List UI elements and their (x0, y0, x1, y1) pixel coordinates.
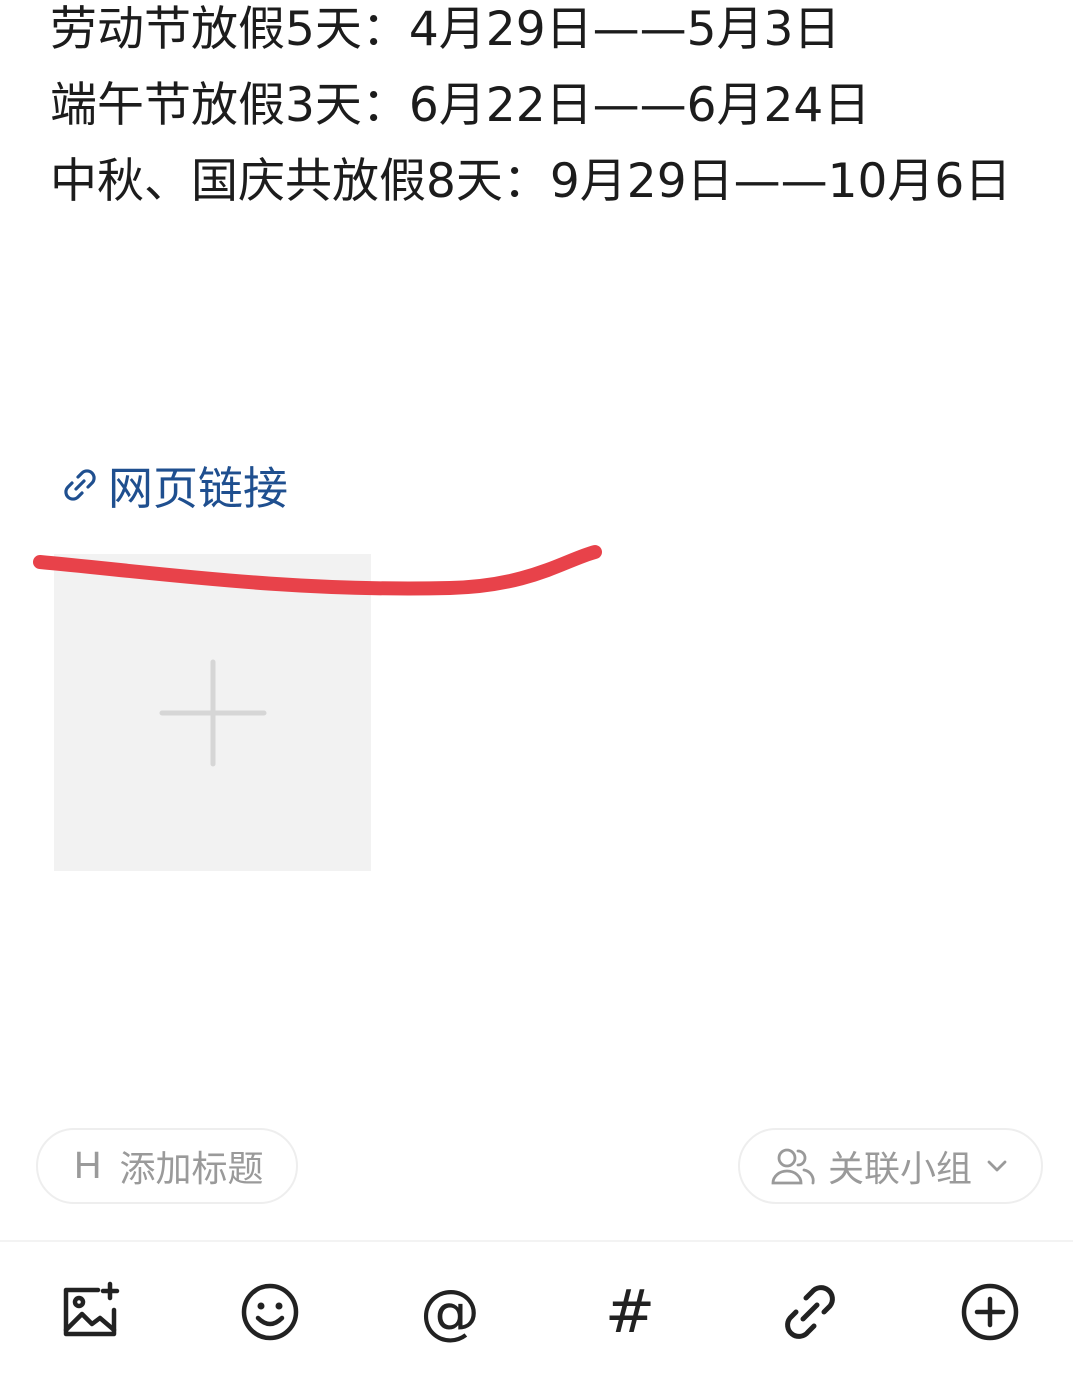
post-body-text[interactable]: 劳动节放假5天：4月29日——5月3日 端午节放假3天：6月22日——6月24日… (50, 0, 1040, 220)
link-group-label: 关联小组 (828, 1149, 973, 1190)
more-plus-icon (961, 1283, 1019, 1341)
hashtag-button[interactable]: # (598, 1280, 662, 1344)
add-title-label: 添加标题 (119, 1149, 264, 1190)
text-line: 中秋、国庆共放假8天：9月29日——10月6日 (50, 154, 1012, 209)
add-image-icon (63, 1281, 120, 1337)
bottom-toolbar: @ # (0, 1242, 1073, 1376)
link-icon (64, 468, 96, 501)
mention-button[interactable]: @ (418, 1280, 482, 1344)
more-button[interactable] (958, 1280, 1022, 1344)
web-link-label: 网页链接 (108, 462, 289, 515)
hashtag-icon: # (604, 1277, 656, 1347)
link-icon (785, 1285, 835, 1339)
text-line: 端午节放假3天：6月22日——6月24日 (50, 78, 871, 133)
post-editor: 劳动节放假5天：4月29日——5月3日 端午节放假3天：6月22日——6月24日… (0, 0, 1073, 1376)
web-link[interactable]: 网页链接 (58, 452, 288, 517)
insert-link-button[interactable] (778, 1280, 842, 1344)
link-group-button[interactable]: 关联小组 (738, 1128, 1043, 1204)
add-image-button[interactable] (58, 1280, 122, 1344)
text-line: 劳动节放假5天：4月29日——5月3日 (50, 2, 841, 57)
plus-icon (159, 659, 267, 767)
image-upload-box[interactable] (54, 554, 371, 871)
mention-icon: @ (420, 1277, 480, 1347)
chevron-down-icon (987, 1160, 1007, 1172)
emoji-icon (241, 1283, 299, 1341)
heading-icon: H (74, 1144, 102, 1187)
people-icon (771, 1148, 815, 1185)
emoji-button[interactable] (238, 1280, 302, 1344)
add-title-button[interactable]: H 添加标题 (36, 1128, 298, 1204)
